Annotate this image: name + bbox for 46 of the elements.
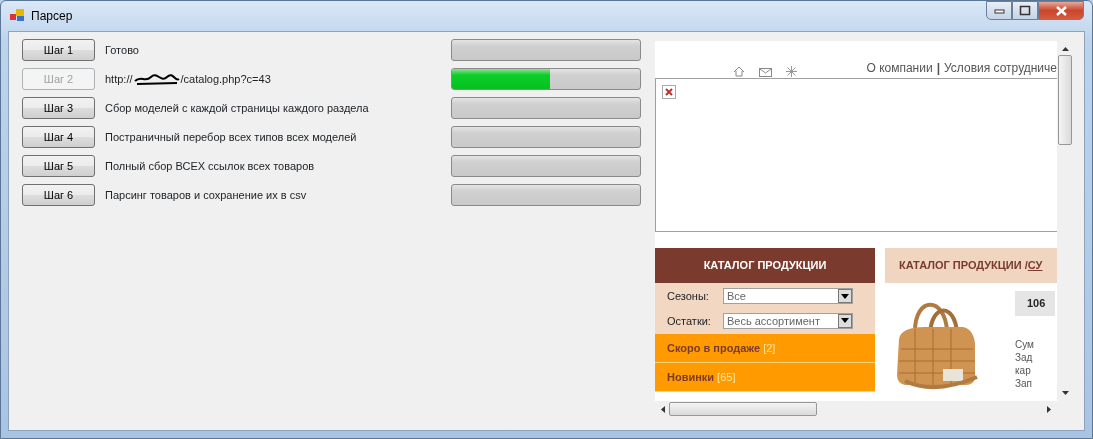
maximize-button[interactable] — [1012, 1, 1038, 20]
close-icon — [1054, 4, 1068, 17]
url-text: http:// — [105, 71, 133, 87]
status-text: Парсинг товаров и сохранение их в csv — [105, 187, 307, 203]
description-line: Зап — [1015, 377, 1034, 390]
scribble-icon — [132, 73, 181, 85]
step-button[interactable]: Шаг 5 — [22, 155, 95, 177]
nav-link[interactable]: Условия сотрудниче — [944, 59, 1057, 77]
catalog-header: КАТАЛОГ ПРОДУКЦИИ — [655, 248, 875, 283]
status-text: Сбор моделей с каждой страницы каждого раздела — [105, 100, 369, 116]
status-text: Готово — [105, 42, 139, 58]
url-text: /catalog.php?c=43 — [180, 71, 271, 87]
filter-label: Остатки: — [667, 313, 712, 329]
maximize-icon — [1018, 4, 1032, 17]
filter-label: Сезоны: — [667, 289, 710, 304]
status-text: Полный сбор ВСЕХ ссылок всех товаров — [105, 158, 315, 174]
scroll-up-icon — [1061, 47, 1069, 51]
home-icon — [733, 66, 745, 77]
description-line: Сум — [1015, 338, 1035, 351]
close-button[interactable] — [1038, 1, 1084, 20]
category-item[interactable]: Скоро в продаже [2] — [655, 334, 875, 363]
nav-link[interactable]: О компании — [866, 59, 933, 77]
scroll-thumb[interactable] — [1058, 55, 1072, 145]
status-text: Постраничный перебор всех типов всех моделей — [105, 129, 357, 145]
window-title: Парсер — [31, 8, 73, 25]
step-button[interactable]: Шаг 4 — [22, 126, 95, 148]
breadcrumb: КАТАЛОГ ПРОДУКЦИИ /СУ — [885, 248, 1057, 283]
scroll-thumb[interactable] — [669, 402, 817, 416]
product-code: 106 — [1015, 291, 1055, 316]
dropdown[interactable]: Все — [723, 288, 853, 305]
envelope-icon — [759, 68, 772, 77]
category-item[interactable]: Новинки [65] — [655, 363, 875, 392]
separator-text: | — [936, 60, 940, 77]
step-button[interactable]: Шаг 3 — [22, 97, 95, 119]
dropdown-arrow-icon — [841, 318, 849, 324]
app-icon — [9, 7, 25, 23]
step-button[interactable]: Шаг 6 — [22, 184, 95, 206]
description-line: Зад — [1015, 351, 1034, 364]
description-line: кар — [1015, 364, 1032, 377]
step-button[interactable]: Шаг 1 — [22, 39, 95, 61]
broken-image-icon — [662, 85, 676, 99]
scroll-left-icon — [661, 405, 665, 413]
dropdown[interactable]: Весь ассортимент — [723, 312, 853, 329]
scroll-right-icon — [1047, 405, 1051, 413]
scroll-down-icon — [1061, 391, 1069, 395]
dropdown-arrow-icon — [841, 293, 849, 299]
